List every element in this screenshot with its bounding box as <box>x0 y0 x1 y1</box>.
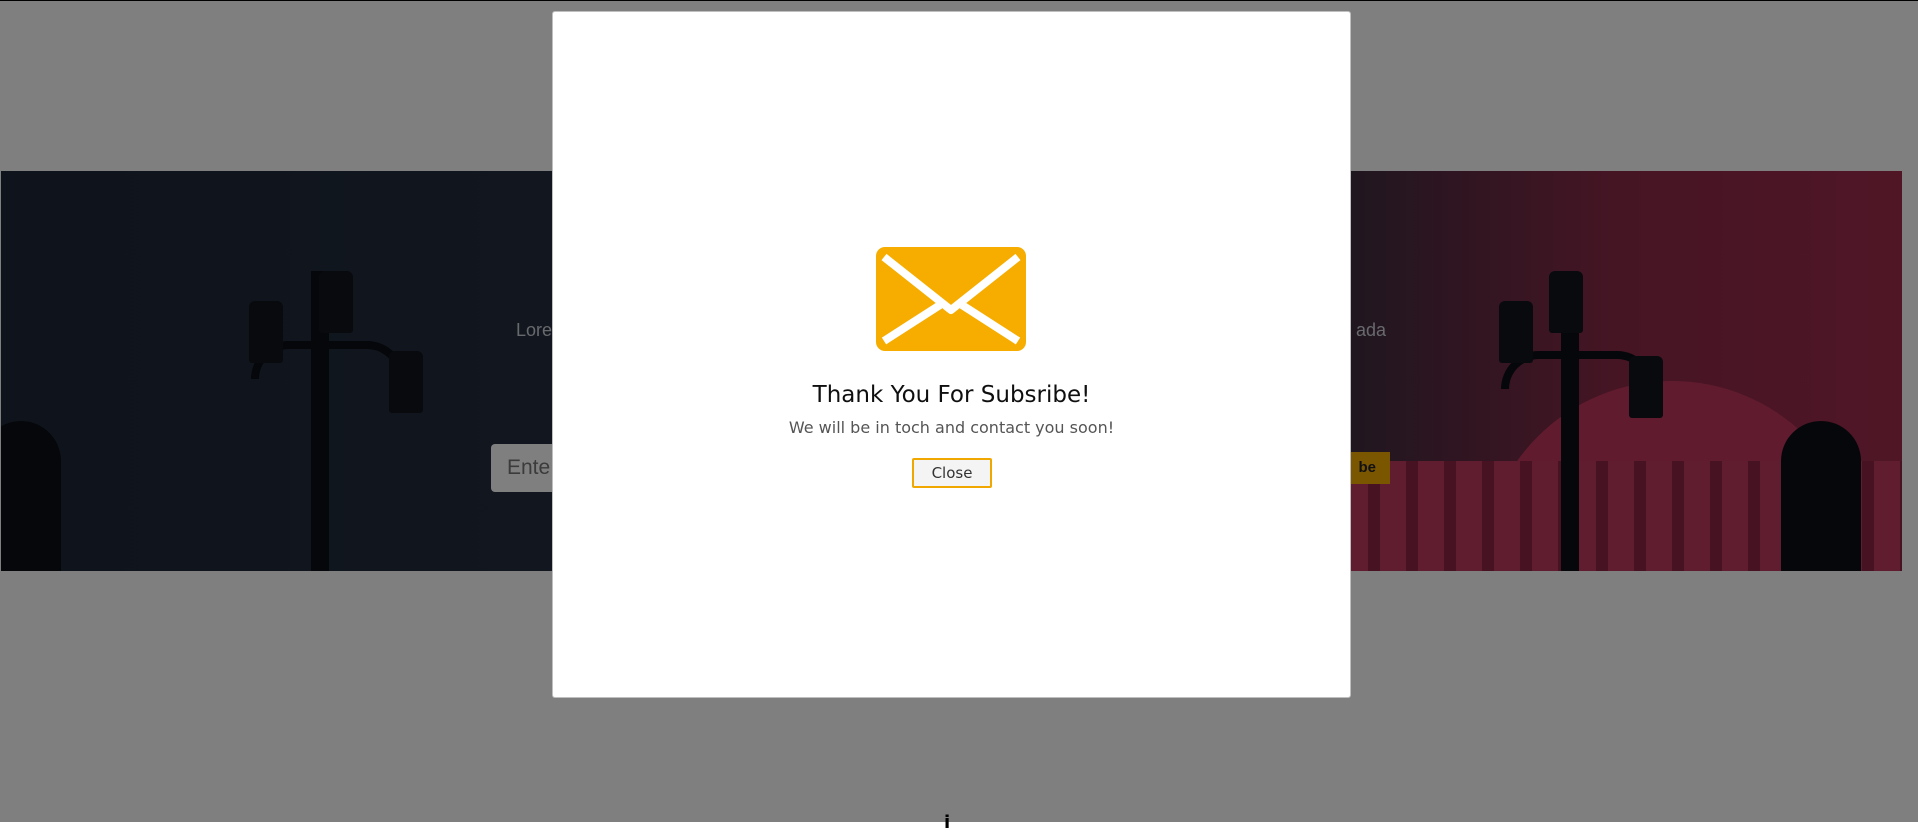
modal-message: We will be in toch and contact you soon! <box>788 418 1115 437</box>
modal-title: Thank You For Subsribe! <box>812 382 1091 408</box>
thank-you-modal: Thank You For Subsribe! We will be in to… <box>552 11 1351 698</box>
envelope-icon <box>876 247 1026 351</box>
close-button[interactable]: Close <box>912 458 992 488</box>
